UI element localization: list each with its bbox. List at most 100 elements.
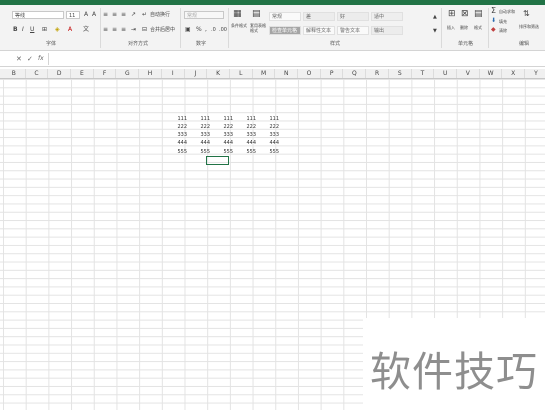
increase-font-icon[interactable]: A bbox=[84, 11, 88, 19]
cell[interactable]: 222 bbox=[194, 124, 210, 130]
bold-icon[interactable]: B bbox=[13, 26, 18, 34]
column-header-e[interactable]: E bbox=[71, 69, 94, 78]
insert-icon[interactable]: ⊞ bbox=[448, 10, 456, 19]
cell[interactable]: 111 bbox=[263, 116, 279, 122]
cell[interactable]: 444 bbox=[240, 140, 256, 146]
column-header-g[interactable]: G bbox=[117, 69, 140, 78]
column-header-h[interactable]: H bbox=[139, 69, 162, 78]
cell[interactable]: 222 bbox=[263, 124, 279, 130]
conditional-format-icon[interactable]: ▦ bbox=[233, 10, 242, 19]
conditional-format-button[interactable]: 条件格式 bbox=[231, 23, 249, 28]
align-right-icon[interactable]: ≡ bbox=[121, 26, 126, 34]
column-header-s[interactable]: S bbox=[389, 69, 412, 78]
cell[interactable]: 111 bbox=[194, 116, 210, 122]
border-icon[interactable]: ⊞ bbox=[42, 26, 47, 34]
font-name-select[interactable]: 等线 bbox=[12, 11, 64, 19]
column-header-j[interactable]: J bbox=[185, 69, 208, 78]
align-left-icon[interactable]: ≡ bbox=[103, 26, 108, 34]
column-header-l[interactable]: L bbox=[230, 69, 253, 78]
column-header-m[interactable]: M bbox=[253, 69, 276, 78]
column-header-o[interactable]: O bbox=[298, 69, 321, 78]
merge-icon[interactable]: ⊟ bbox=[142, 26, 147, 34]
cell[interactable]: 555 bbox=[240, 149, 256, 155]
cell[interactable]: 111 bbox=[240, 116, 256, 122]
cell[interactable]: 444 bbox=[263, 140, 279, 146]
increase-decimal-icon[interactable]: .0 bbox=[211, 26, 216, 34]
wrap-text-icon[interactable]: ↵ bbox=[142, 11, 147, 19]
column-header-r[interactable]: R bbox=[366, 69, 389, 78]
number-format-select[interactable]: 常规 bbox=[184, 11, 224, 19]
column-header-v[interactable]: V bbox=[457, 69, 480, 78]
table-format-icon[interactable]: ▤ bbox=[252, 10, 261, 19]
cell[interactable]: 555 bbox=[194, 149, 210, 155]
sort-filter-icon[interactable]: ⇅ bbox=[523, 10, 530, 18]
style-check-cell[interactable]: 检查单元格 bbox=[269, 26, 301, 35]
style-warning[interactable]: 警告文本 bbox=[337, 26, 369, 35]
cell[interactable]: 333 bbox=[217, 132, 233, 138]
fill-icon[interactable]: ⬇ bbox=[491, 17, 496, 25]
column-header-y[interactable]: Y bbox=[525, 69, 545, 78]
column-header-d[interactable]: D bbox=[48, 69, 72, 78]
table-format-button[interactable]: 套用表格格式 bbox=[250, 23, 268, 33]
clear-button[interactable]: 清除 bbox=[499, 28, 507, 34]
align-middle-icon[interactable]: ≡ bbox=[112, 11, 117, 19]
italic-icon[interactable]: I bbox=[22, 26, 24, 34]
column-header-k[interactable]: K bbox=[207, 69, 230, 78]
cell[interactable]: 333 bbox=[171, 132, 187, 138]
sort-filter-button[interactable]: 排序和筛选 bbox=[519, 24, 539, 30]
cell[interactable]: 444 bbox=[194, 140, 210, 146]
style-explanatory[interactable]: 解释性文本 bbox=[303, 26, 335, 35]
fill-color-icon[interactable]: ◈ bbox=[55, 26, 60, 34]
cell[interactable]: 111 bbox=[217, 116, 233, 122]
font-size-select[interactable]: 11 bbox=[66, 11, 80, 19]
cell[interactable]: 222 bbox=[240, 124, 256, 130]
phonetic-icon[interactable]: 文 bbox=[83, 26, 89, 34]
delete-button[interactable]: 删除 bbox=[460, 25, 468, 31]
cell[interactable]: 222 bbox=[171, 124, 187, 130]
styles-more-icon[interactable]: ▼ bbox=[433, 27, 437, 35]
style-good[interactable]: 好 bbox=[337, 12, 369, 21]
decrease-decimal-icon[interactable]: .00 bbox=[219, 26, 227, 34]
align-center-icon[interactable]: ≡ bbox=[112, 26, 117, 34]
cell[interactable]: 333 bbox=[240, 132, 256, 138]
active-cell-selection[interactable] bbox=[206, 156, 229, 165]
decrease-font-icon[interactable]: A bbox=[92, 11, 96, 19]
comma-icon[interactable]: , bbox=[205, 26, 207, 34]
clear-icon[interactable]: ◆ bbox=[491, 26, 496, 34]
indent-icon[interactable]: ⇥ bbox=[131, 26, 136, 34]
fill-button[interactable]: 填充 bbox=[499, 19, 507, 25]
style-normal[interactable]: 常规 bbox=[269, 12, 301, 21]
column-header-p[interactable]: P bbox=[321, 69, 344, 78]
cell[interactable]: 444 bbox=[171, 140, 187, 146]
delete-icon[interactable]: ⊠ bbox=[461, 10, 469, 19]
underline-icon[interactable]: U bbox=[30, 26, 34, 34]
style-neutral[interactable]: 适中 bbox=[371, 12, 403, 21]
column-header-b[interactable]: B bbox=[3, 69, 26, 78]
style-output[interactable]: 输出 bbox=[371, 26, 403, 35]
orientation-icon[interactable]: ↗ bbox=[131, 11, 136, 19]
format-button[interactable]: 格式 bbox=[474, 25, 482, 31]
insert-button[interactable]: 插入 bbox=[447, 25, 455, 31]
currency-icon[interactable]: ▣ bbox=[185, 26, 191, 34]
column-header-t[interactable]: T bbox=[412, 69, 435, 78]
percent-icon[interactable]: % bbox=[196, 26, 202, 34]
format-icon[interactable]: ▤ bbox=[474, 10, 483, 19]
align-top-icon[interactable]: ≡ bbox=[103, 11, 108, 19]
column-header-c[interactable]: C bbox=[26, 69, 49, 78]
enter-icon[interactable]: ✓ bbox=[27, 55, 33, 63]
column-header-x[interactable]: X bbox=[502, 69, 526, 78]
cell[interactable]: 111 bbox=[171, 116, 187, 122]
column-header-u[interactable]: U bbox=[434, 69, 457, 78]
column-header-i[interactable]: I bbox=[162, 69, 185, 78]
styles-scroll-icon[interactable]: ▲ bbox=[433, 13, 437, 21]
formula-input[interactable] bbox=[48, 53, 545, 65]
merge-center-button[interactable]: 合并后居中 bbox=[150, 26, 175, 34]
cancel-icon[interactable]: ✕ bbox=[16, 55, 22, 63]
column-header-w[interactable]: W bbox=[480, 69, 503, 78]
column-header-q[interactable]: Q bbox=[344, 69, 367, 78]
wrap-text-button[interactable]: 自动换行 bbox=[150, 11, 170, 19]
cell[interactable]: 333 bbox=[263, 132, 279, 138]
autosum-icon[interactable]: Σ bbox=[491, 7, 496, 15]
cell[interactable]: 333 bbox=[194, 132, 210, 138]
cell[interactable]: 555 bbox=[171, 149, 187, 155]
